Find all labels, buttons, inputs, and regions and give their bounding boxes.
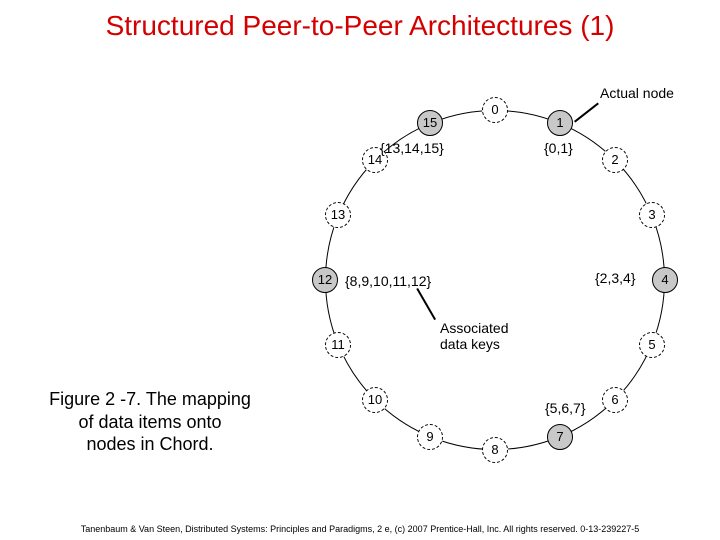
annot-keys-l1: Associated — [440, 320, 508, 336]
node-8: 8 — [482, 437, 508, 463]
node-10: 10 — [362, 387, 388, 413]
slide-title: Structured Peer-to-Peer Architectures (1… — [0, 10, 720, 42]
node-2: 2 — [602, 147, 628, 173]
keys-node-12: {8,9,10,11,12} — [345, 273, 431, 289]
pointer-line — [574, 103, 599, 123]
node-12: 12 — [312, 267, 338, 293]
node-6: 6 — [602, 387, 628, 413]
caption-line: nodes in Chord. — [86, 434, 213, 454]
annot-keys: Associated data keys — [440, 320, 508, 352]
figure-caption: Figure 2 -7. The mapping of data items o… — [20, 388, 280, 456]
annot-keys-l2: data keys — [440, 336, 500, 352]
node-7: 7 — [547, 424, 573, 450]
copyright-footer: Tanenbaum & Van Steen, Distributed Syste… — [0, 524, 720, 534]
annot-actual-node: Actual node — [600, 85, 674, 101]
node-11: 11 — [325, 332, 351, 358]
chord-ring-diagram: 0 1 2 3 4 5 6 7 8 9 10 11 12 13 14 15 {0… — [290, 75, 700, 510]
caption-line: Figure 2 -7. The mapping — [49, 389, 251, 409]
keys-node-7: {5,6,7} — [545, 400, 586, 416]
node-13: 13 — [325, 202, 351, 228]
caption-line: of data items onto — [78, 412, 221, 432]
node-1: 1 — [547, 110, 573, 136]
node-9: 9 — [417, 424, 443, 450]
keys-node-1: {0,1} — [544, 140, 573, 156]
keys-node-15: {13,14,15} — [380, 140, 444, 156]
keys-node-4: {2,3,4} — [595, 270, 636, 286]
node-0: 0 — [482, 97, 508, 123]
node-4: 4 — [652, 267, 678, 293]
node-3: 3 — [639, 202, 665, 228]
node-15: 15 — [417, 110, 443, 136]
node-5: 5 — [639, 332, 665, 358]
